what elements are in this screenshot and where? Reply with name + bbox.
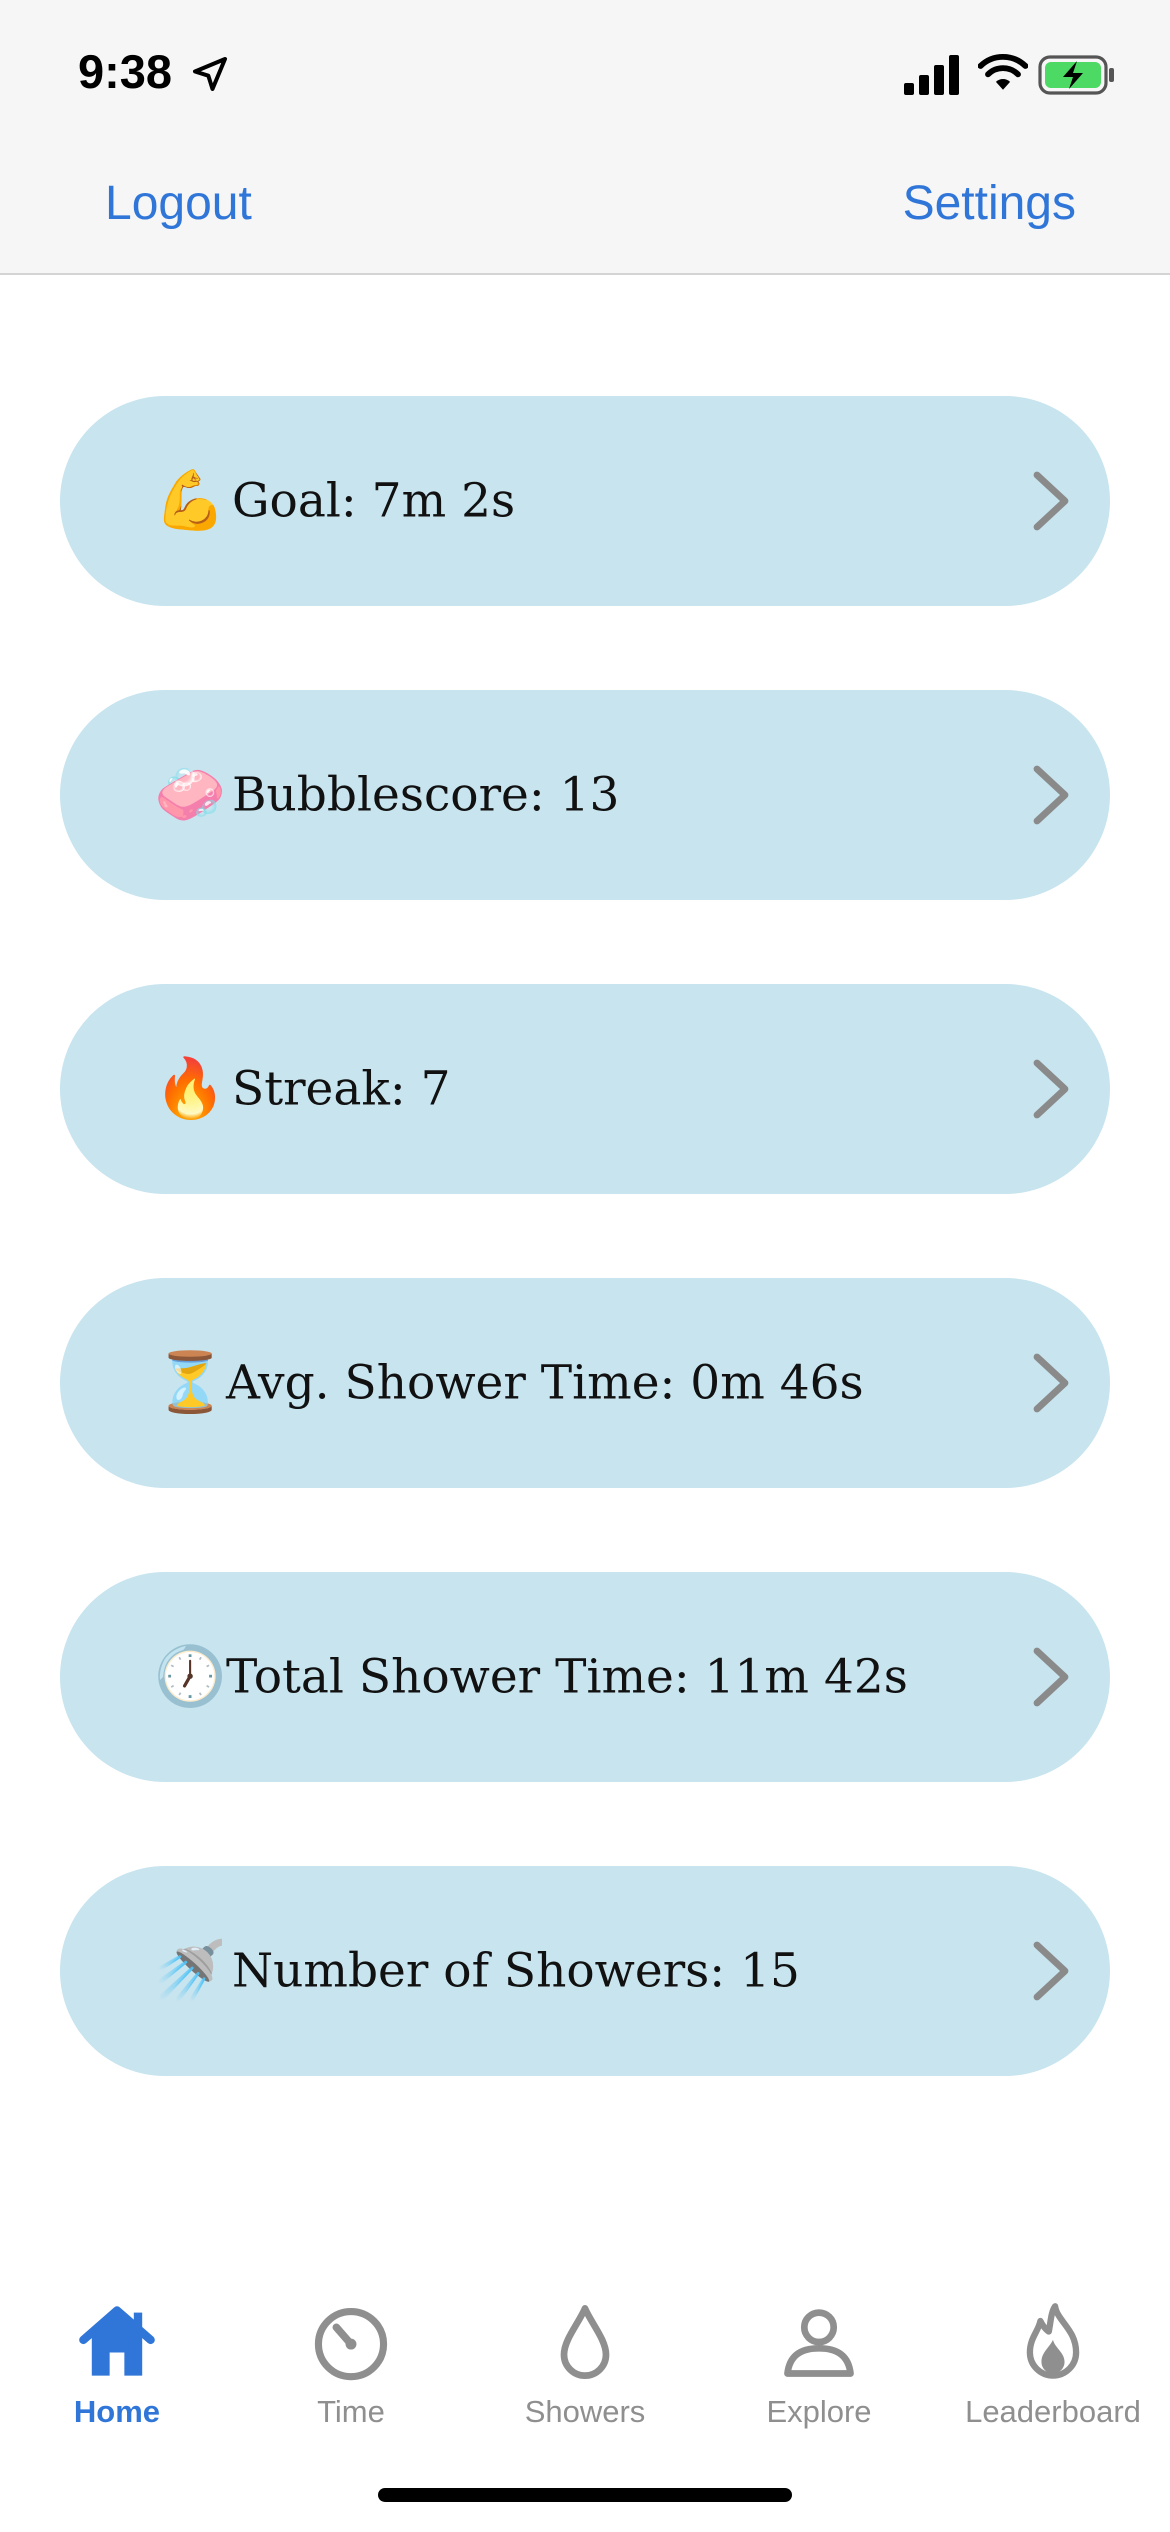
total-shower-time-label: Total Shower Time: 11m 42s	[226, 1649, 908, 1705]
bubblescore-card[interactable]: 🧼 Bubblescore: 13	[60, 690, 1110, 900]
status-time: 9:38	[78, 45, 173, 98]
tab-home[interactable]: Home	[0, 2300, 234, 2430]
hourglass-icon: ⏳	[154, 1350, 227, 1415]
flexed-biceps-icon: 💪	[154, 468, 227, 533]
tab-leaderboard-label: Leaderboard	[965, 2394, 1141, 2429]
chevron-right-icon	[1033, 471, 1069, 531]
tab-leaderboard[interactable]: Leaderboard	[936, 2300, 1170, 2430]
fire-icon: 🔥	[154, 1056, 227, 1121]
bubblescore-label: Bubblescore: 13	[232, 767, 620, 823]
chevron-right-icon	[1033, 1647, 1069, 1707]
battery-charging-icon	[1038, 55, 1114, 95]
timer-icon	[314, 2307, 388, 2381]
shower-icon: 🚿	[154, 1938, 227, 2003]
water-drop-icon	[560, 2305, 610, 2379]
chevron-right-icon	[1033, 1941, 1069, 2001]
tab-time[interactable]: Time	[234, 2300, 468, 2430]
tab-explore-label: Explore	[766, 2394, 872, 2429]
home-indicator	[378, 2488, 792, 2502]
number-of-showers-card[interactable]: 🚿 Number of Showers: 15	[60, 1866, 1110, 2076]
settings-button[interactable]: Settings	[903, 176, 1076, 231]
wifi-icon	[978, 54, 1028, 90]
clock-icon: 🕖	[154, 1644, 227, 1709]
chevron-right-icon	[1033, 1353, 1069, 1413]
location-arrow-icon	[193, 57, 227, 91]
person-icon	[784, 2309, 854, 2377]
avg-shower-time-card[interactable]: ⏳ Avg. Shower Time: 0m 46s	[60, 1278, 1110, 1488]
tab-home-label: Home	[73, 2394, 161, 2429]
tab-showers[interactable]: Showers	[468, 2300, 702, 2430]
soap-icon: 🧼	[154, 762, 227, 827]
tab-time-label: Time	[317, 2394, 385, 2429]
cellular-signal-icon	[904, 55, 959, 95]
goal-card[interactable]: 💪 Goal: 7m 2s	[60, 396, 1110, 606]
home-icon	[79, 2306, 155, 2376]
tab-showers-label: Showers	[524, 2394, 646, 2429]
top-bar: 9:38 Logout Settings	[0, 0, 1170, 275]
tab-explore[interactable]: Explore	[702, 2300, 936, 2430]
chevron-right-icon	[1033, 765, 1069, 825]
chevron-right-icon	[1033, 1059, 1069, 1119]
flame-icon	[1026, 2303, 1080, 2379]
number-of-showers-label: Number of Showers: 15	[232, 1943, 800, 1999]
avg-shower-time-label: Avg. Shower Time: 0m 46s	[226, 1355, 864, 1411]
goal-label: Goal: 7m 2s	[232, 473, 516, 529]
streak-label: Streak: 7	[232, 1061, 451, 1117]
total-shower-time-card[interactable]: 🕖 Total Shower Time: 11m 42s	[60, 1572, 1110, 1782]
logout-button[interactable]: Logout	[105, 176, 252, 231]
streak-card[interactable]: 🔥 Streak: 7	[60, 984, 1110, 1194]
